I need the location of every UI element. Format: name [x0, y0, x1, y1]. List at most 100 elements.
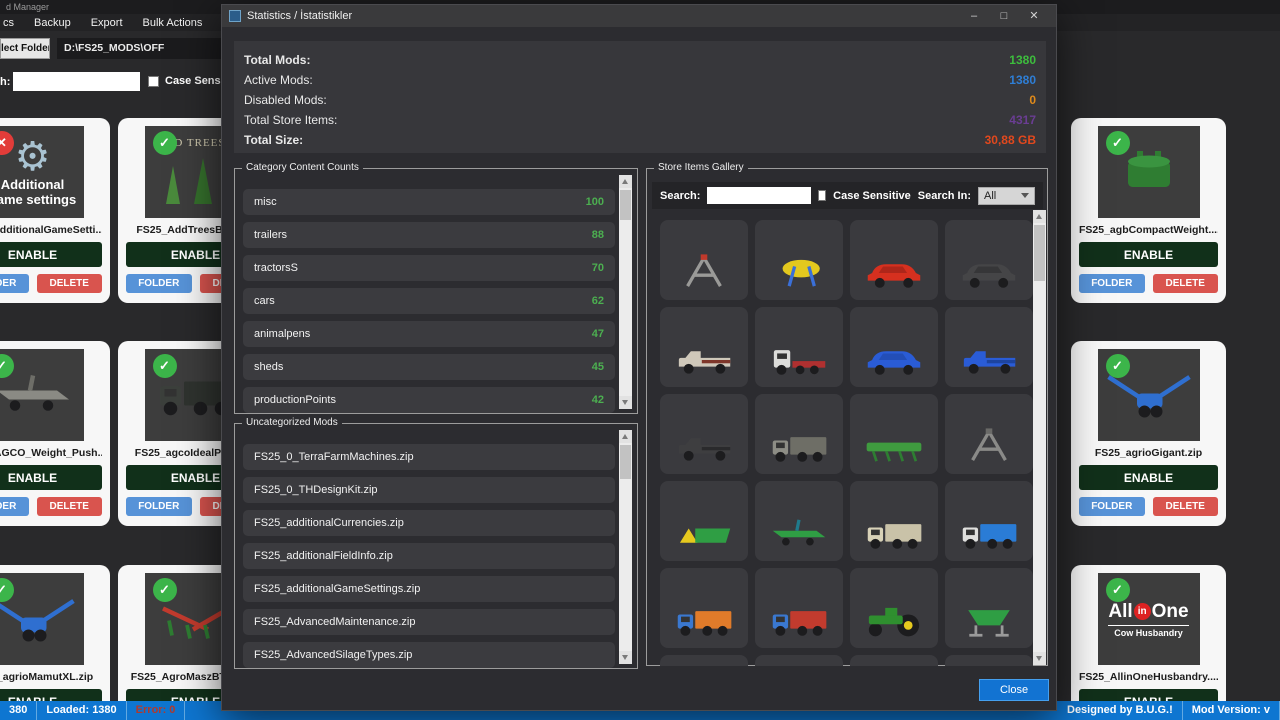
search-in-dropdown[interactable]: All — [978, 187, 1035, 205]
uncategorized-item[interactable]: FS25_AdvancedMaintenance.zip — [243, 609, 615, 635]
menu-item-export[interactable]: Export — [91, 17, 123, 29]
delete-button[interactable]: DELETE — [37, 497, 103, 516]
gallery-search-input[interactable] — [707, 187, 811, 204]
store-item-tile[interactable] — [945, 655, 1033, 666]
truck-illustration — [669, 599, 739, 643]
scroll-up-icon[interactable] — [619, 175, 632, 188]
category-scrollbar[interactable] — [619, 175, 632, 409]
scroll-down-icon[interactable] — [619, 396, 632, 409]
uncategorized-item[interactable]: FS25_0_TerraFarmMachines.zip — [243, 444, 615, 470]
category-item[interactable]: animalpens 47 — [243, 321, 615, 347]
gallery-case-sensitive-checkbox[interactable] — [818, 190, 826, 201]
folder-button[interactable]: FOLDER — [1079, 497, 1145, 516]
mod-card: ✓ AllinOne Cow Husbandry FS25_AllinOneHu… — [1071, 565, 1226, 720]
category-item[interactable]: tractorsS 70 — [243, 255, 615, 281]
store-item-tile[interactable] — [945, 220, 1033, 300]
delete-button[interactable]: DELETE — [1153, 497, 1219, 516]
category-item[interactable]: cars 62 — [243, 288, 615, 314]
app-search-input[interactable] — [13, 72, 140, 91]
close-button[interactable]: Close — [979, 679, 1049, 701]
category-item[interactable]: misc 100 — [243, 189, 615, 215]
statusbar-segment: Error: 0 — [127, 701, 186, 720]
mod-card: ✓ FS25_agrioGigant.zip ENABLE FOLDER DEL… — [1071, 341, 1226, 526]
enable-button[interactable]: ENABLE — [1079, 242, 1218, 267]
scroll-up-icon[interactable] — [1033, 210, 1046, 223]
enable-button[interactable]: ENABLE — [1079, 465, 1218, 490]
minimize-icon[interactable]: – — [959, 5, 989, 27]
dialog-app-icon — [229, 10, 241, 22]
statusbar-segment: 380 — [0, 701, 37, 720]
store-item-tile[interactable] — [660, 307, 748, 387]
category-item[interactable]: productionPoints 42 — [243, 387, 615, 413]
gallery-scrollbar[interactable] — [1033, 210, 1046, 665]
store-item-tile[interactable] — [850, 394, 938, 474]
close-icon[interactable]: ✕ — [1019, 5, 1049, 27]
scroll-thumb[interactable] — [1034, 225, 1045, 281]
mod-name: FS25_AllinOneHusbandry.... — [1079, 671, 1218, 683]
uncategorized-item[interactable]: FS25_additionalGameSettings.zip — [243, 576, 615, 602]
stat-value: 0 — [1029, 93, 1036, 107]
store-item-tile[interactable] — [660, 655, 748, 666]
store-item-tile[interactable] — [850, 655, 938, 666]
delete-button[interactable]: DELETE — [1153, 274, 1219, 293]
store-item-tile[interactable] — [660, 568, 748, 648]
app-case-sensitive-checkbox[interactable] — [148, 76, 159, 87]
store-item-tile[interactable] — [755, 655, 843, 666]
uncategorized-item[interactable]: FS25_additionalFieldInfo.zip — [243, 543, 615, 569]
uncategorized-item[interactable]: FS25_0_THDesignKit.zip — [243, 477, 615, 503]
store-item-tile[interactable] — [660, 220, 748, 300]
store-item-tile[interactable] — [945, 568, 1033, 648]
tractor-illustration — [859, 599, 929, 643]
seeder-illustration — [859, 425, 929, 469]
mod-thumbnail: ✓ AllinOne Cow Husbandry — [1098, 573, 1200, 665]
status-enabled-icon: ✓ — [153, 354, 177, 378]
scroll-up-icon[interactable] — [619, 430, 632, 443]
delete-button[interactable]: DELETE — [37, 274, 103, 293]
store-item-tile[interactable] — [755, 394, 843, 474]
folder-button[interactable]: FOLDER — [0, 497, 29, 516]
uncategorized-item[interactable]: FS25_additionalCurrencies.zip — [243, 510, 615, 536]
status-disabled-icon: ✕ — [0, 131, 14, 155]
truck-illustration — [859, 512, 929, 556]
category-count: 45 — [592, 361, 604, 373]
select-folder-button[interactable]: lect Folder — [0, 38, 50, 59]
store-item-tile[interactable] — [850, 307, 938, 387]
enable-button[interactable]: ENABLE — [0, 242, 102, 267]
scroll-thumb[interactable] — [620, 190, 631, 220]
blade-illustration — [764, 512, 834, 556]
mod-name: FS25_AGCO_Weight_Push... — [0, 447, 102, 459]
category-box-title: Category Content Counts — [242, 162, 363, 173]
store-item-tile[interactable] — [755, 481, 843, 561]
enable-button[interactable]: ENABLE — [0, 465, 102, 490]
scroll-down-icon[interactable] — [1033, 652, 1046, 665]
folder-button[interactable]: FOLDER — [0, 274, 29, 293]
folder-button[interactable]: FOLDER — [126, 497, 192, 516]
store-item-tile[interactable] — [660, 394, 748, 474]
store-item-tile[interactable] — [945, 394, 1033, 474]
maximize-icon[interactable]: □ — [989, 5, 1019, 27]
uncategorized-scrollbar[interactable] — [619, 430, 632, 664]
category-count: 62 — [592, 295, 604, 307]
store-item-tile[interactable] — [945, 307, 1033, 387]
folder-button[interactable]: FOLDER — [1079, 274, 1145, 293]
menu-item-backup[interactable]: Backup — [34, 17, 71, 29]
scroll-down-icon[interactable] — [619, 651, 632, 664]
uncategorized-item[interactable]: FS25_AdvancedSilageTypes.zip — [243, 642, 615, 668]
store-item-tile[interactable] — [755, 568, 843, 648]
category-name: misc — [254, 196, 277, 208]
store-item-tile[interactable] — [850, 220, 938, 300]
store-item-tile[interactable] — [850, 481, 938, 561]
car-illustration — [954, 251, 1024, 295]
folder-button[interactable]: FOLDER — [126, 274, 192, 293]
category-item[interactable]: trailers 88 — [243, 222, 615, 248]
menu-item-cs[interactable]: cs — [3, 17, 14, 29]
scroll-thumb[interactable] — [620, 445, 631, 479]
category-item[interactable]: sheds 45 — [243, 354, 615, 380]
store-item-tile[interactable] — [945, 481, 1033, 561]
mod-filename: FS25_AdvancedSilageTypes.zip — [254, 649, 412, 661]
store-item-tile[interactable] — [755, 220, 843, 300]
store-item-tile[interactable] — [755, 307, 843, 387]
store-item-tile[interactable] — [660, 481, 748, 561]
store-item-tile[interactable] — [850, 568, 938, 648]
menu-item-bulk-actions[interactable]: Bulk Actions — [143, 17, 203, 29]
